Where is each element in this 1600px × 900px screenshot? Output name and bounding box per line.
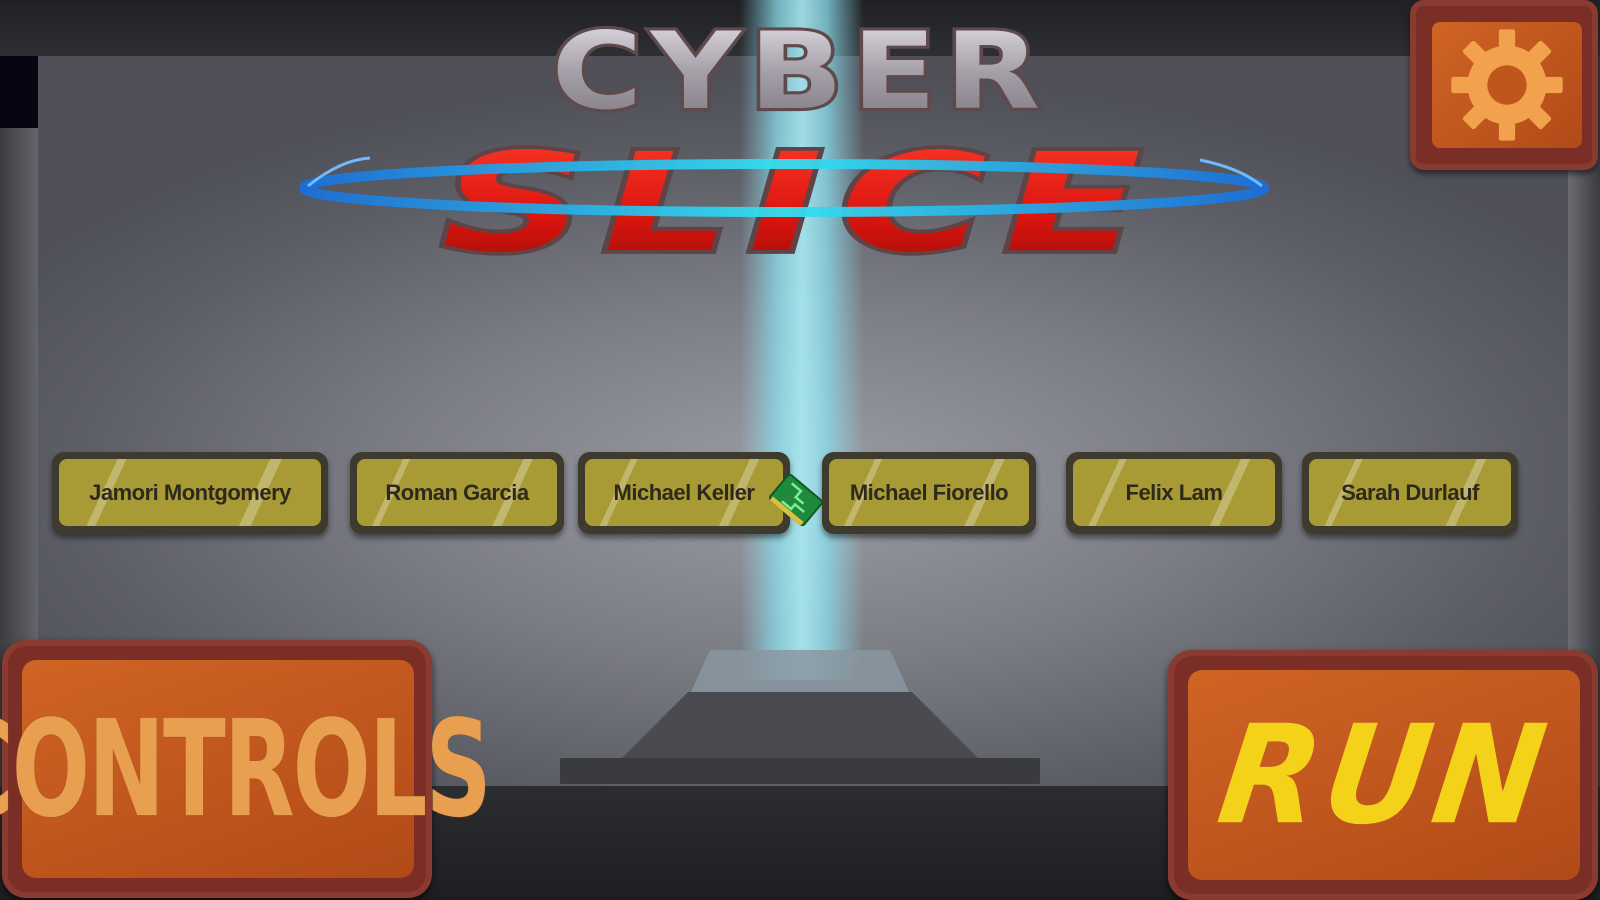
credit-name: Michael Keller	[613, 479, 755, 505]
settings-button-face	[1432, 22, 1582, 148]
credit-button-sarah-durlauf[interactable]: Sarah Durlauf	[1302, 452, 1518, 534]
credit-button-jamori-montgomery[interactable]: Jamori Montgomery	[52, 452, 328, 534]
settings-button[interactable]	[1410, 0, 1598, 170]
controls-label: CONTROLS	[0, 691, 492, 847]
run-button[interactable]: RUN	[1168, 650, 1598, 900]
circuit-chip-icon	[769, 473, 823, 527]
credit-button-michael-keller[interactable]: Michael Keller	[578, 452, 790, 534]
credit-name: Felix Lam	[1125, 479, 1223, 505]
credit-name: Sarah Durlauf	[1341, 479, 1479, 505]
pedestal	[560, 650, 1040, 784]
logo-line-slice: SLICE	[442, 124, 1159, 270]
run-button-face: RUN	[1188, 670, 1580, 880]
logo-line-cyber: CYBER	[551, 10, 1048, 133]
game-logo: CYBER SLICE	[300, 7, 1269, 270]
credit-button-felix-lam[interactable]: Felix Lam	[1066, 452, 1282, 534]
credit-button-roman-garcia[interactable]: Roman Garcia	[350, 452, 564, 534]
run-label: RUN	[1210, 695, 1558, 855]
gear-icon	[1451, 29, 1563, 141]
credit-button-michael-fiorello[interactable]: Michael Fiorello	[822, 452, 1036, 534]
controls-button-face: CONTROLS	[0, 660, 492, 878]
credit-name: Michael Fiorello	[849, 479, 1009, 505]
credit-name: Roman Garcia	[385, 479, 529, 505]
controls-button[interactable]: CONTROLS	[0, 640, 492, 898]
credit-name: Jamori Montgomery	[89, 479, 291, 505]
